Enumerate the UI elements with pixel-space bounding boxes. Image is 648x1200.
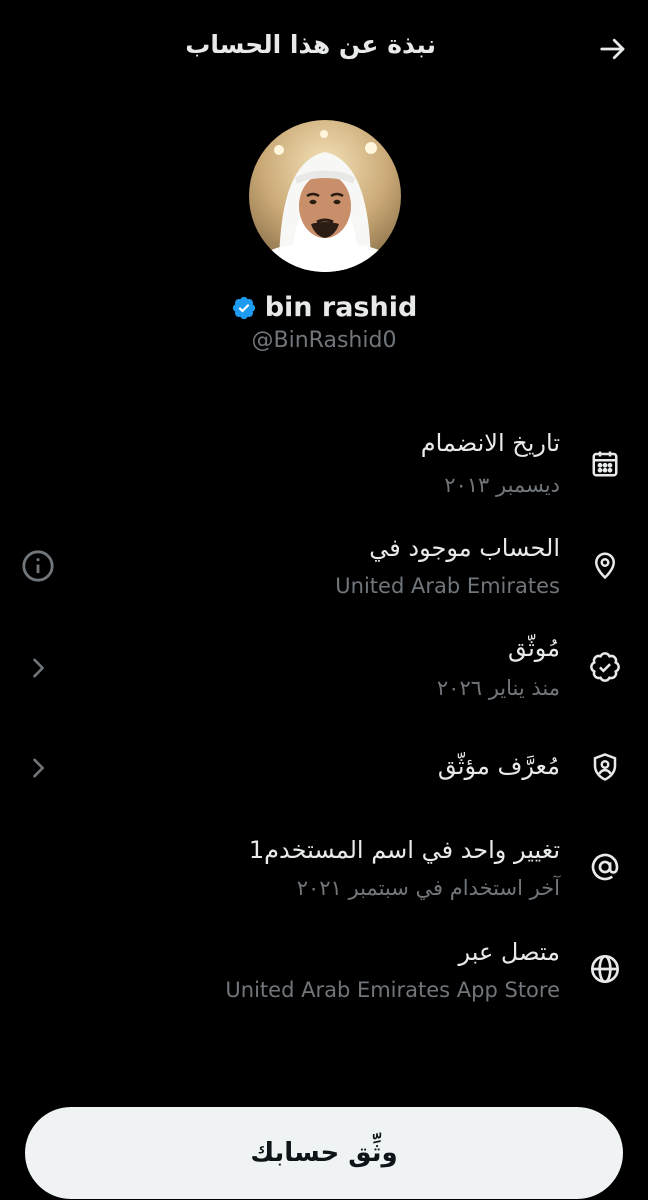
- info-row-location: الحساب موجود في United Arab Emirates: [0, 530, 648, 610]
- row-title: تاريخ الانضمام: [420, 429, 560, 457]
- verified-check-icon: [588, 650, 622, 684]
- row-subtitle: آخر استخدام في سبتمبر ٢٠٢١: [296, 876, 560, 900]
- header-bar: نبذة عن هذا الحساب: [0, 0, 648, 100]
- chevron-left-icon[interactable]: [20, 650, 56, 686]
- chevron-left-icon[interactable]: [20, 750, 56, 786]
- row-subtitle: United Arab Emirates App Store: [225, 978, 560, 1002]
- verified-badge-icon: [231, 295, 257, 321]
- info-row-verified-id[interactable]: مُعرَّف مؤثّق: [0, 738, 648, 818]
- avatar[interactable]: [249, 120, 401, 272]
- row-title: مُوثّق: [508, 634, 560, 662]
- verify-account-button[interactable]: وثِّق حسابك: [25, 1107, 623, 1199]
- info-row-username-change: تغيير واحد في اسم المستخدم1 آخر استخدام …: [0, 834, 648, 914]
- globe-icon: [588, 952, 622, 986]
- info-icon: [22, 550, 54, 582]
- info-row-verified[interactable]: مُوثّق منذ يناير ٢٠٢٦: [0, 632, 648, 712]
- location-pin-icon: [588, 548, 622, 582]
- info-button[interactable]: [20, 548, 56, 584]
- profile-name-row: bin rashid: [0, 292, 648, 323]
- info-row-join-date: تاريخ الانضمام ديسمبر ٢٠١٣: [0, 425, 648, 505]
- at-sign-icon: [588, 850, 622, 884]
- row-subtitle: ديسمبر ٢٠١٣: [444, 473, 560, 497]
- username-handle: @BinRashid0: [251, 328, 397, 353]
- back-button[interactable]: [596, 32, 630, 66]
- row-title: الحساب موجود في: [369, 534, 560, 562]
- row-title: تغيير واحد في اسم المستخدم1: [248, 836, 560, 864]
- page-title: نبذة عن هذا الحساب: [185, 30, 436, 59]
- row-title: مُعرَّف مؤثّق: [437, 752, 560, 780]
- calendar-icon: [588, 447, 622, 481]
- display-name: bin rashid: [264, 292, 418, 323]
- arrow-right-icon: [600, 38, 625, 60]
- row-subtitle: منذ يناير ٢٠٢٦: [436, 676, 560, 700]
- row-title: متصل عبر: [458, 938, 560, 966]
- shield-user-icon: [588, 750, 622, 784]
- row-subtitle: United Arab Emirates: [335, 574, 560, 598]
- info-row-connected-via: متصل عبر United Arab Emirates App Store: [0, 936, 648, 1016]
